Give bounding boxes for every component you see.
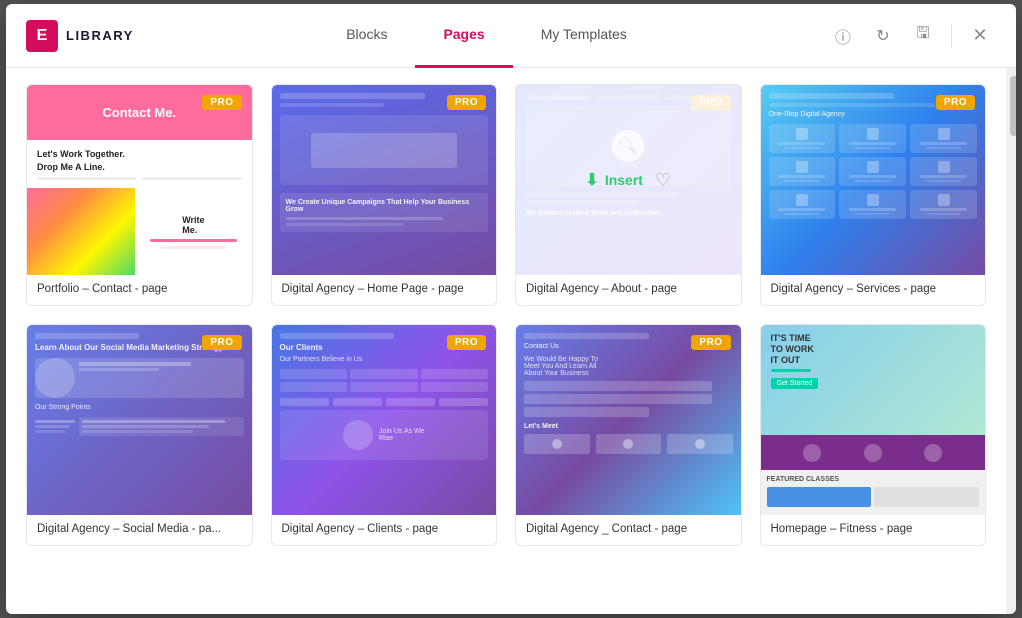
pro-badge: PRO	[202, 335, 241, 350]
card-thumbnail: We Create Unique Campaigns That Help You…	[272, 85, 497, 275]
template-card-card-8[interactable]: IT'S TIMETO WORKIT OUT Get Started FEATU…	[760, 324, 987, 546]
save-button[interactable]: 🖫	[907, 20, 939, 52]
card-label: Digital Agency – Social Media - pa...	[27, 515, 252, 545]
card-thumbnail: One-Stop Digital Agency	[761, 85, 986, 275]
insert-icon: ⬇	[585, 170, 598, 190]
header-divider	[951, 24, 952, 48]
info-icon: ⓘ	[835, 24, 851, 48]
modal-header: E LIBRARY Blocks Pages My Templates ⓘ ↻ …	[6, 4, 1016, 68]
card-label: Digital Agency – Clients - page	[272, 515, 497, 545]
card-thumbnail: IT'S TIMETO WORKIT OUT Get Started FEATU…	[761, 325, 986, 515]
scrollbar[interactable]	[1006, 68, 1016, 614]
refresh-icon: ↻	[876, 26, 889, 46]
elementor-logo-icon: E	[26, 20, 58, 52]
tab-blocks[interactable]: Blocks	[318, 4, 415, 68]
library-title: LIBRARY	[66, 28, 134, 43]
insert-label: Insert	[605, 172, 643, 188]
pro-badge: PRO	[691, 335, 730, 350]
template-card-card-4[interactable]: One-Stop Digital Agency	[760, 84, 987, 306]
close-icon: ✕	[972, 25, 987, 46]
template-card-card-6[interactable]: Our Clients Our Partners Believe in Us J…	[271, 324, 498, 546]
card-thumbnail: Our Clients Our Partners Believe in Us J…	[272, 325, 497, 515]
card-label: Digital Agency _ Contact - page	[516, 515, 741, 545]
template-card-card-5[interactable]: Learn About Our Social Media Marketing S…	[26, 324, 253, 546]
tab-my-templates[interactable]: My Templates	[513, 4, 655, 68]
library-modal: E LIBRARY Blocks Pages My Templates ⓘ ↻ …	[6, 4, 1016, 614]
card-thumbnail: Contact Us We Would Be Happy ToMeet You …	[516, 325, 741, 515]
card-label: Portfolio – Contact - page	[27, 275, 252, 305]
scrollbar-thumb	[1010, 76, 1016, 136]
card-thumbnail: 🔍 We Believe in Hard Work and Dedication…	[516, 85, 741, 275]
tab-pages[interactable]: Pages	[415, 4, 512, 68]
insert-button[interactable]: ⬇ Insert	[585, 170, 643, 190]
logo-area: E LIBRARY	[26, 20, 146, 52]
template-card-card-7[interactable]: Contact Us We Would Be Happy ToMeet You …	[515, 324, 742, 546]
pro-badge: PRO	[936, 95, 975, 110]
card-label: Digital Agency – About - page	[516, 275, 741, 305]
card-thumbnail: Learn About Our Social Media Marketing S…	[27, 325, 252, 515]
card-thumbnail: Contact Me. Let's Work Together.Drop Me …	[27, 85, 252, 275]
card-label: Digital Agency – Home Page - page	[272, 275, 497, 305]
favorite-button[interactable]: ♡	[655, 170, 671, 191]
pro-badge: PRO	[447, 335, 486, 350]
info-button[interactable]: ⓘ	[827, 20, 859, 52]
template-card-card-2[interactable]: We Create Unique Campaigns That Help You…	[271, 84, 498, 306]
card-label: Homepage – Fitness - page	[761, 515, 986, 545]
card-label: Digital Agency – Services - page	[761, 275, 986, 305]
refresh-button[interactable]: ↻	[867, 20, 899, 52]
content-area[interactable]: Contact Me. Let's Work Together.Drop Me …	[6, 68, 1006, 614]
templates-grid: Contact Me. Let's Work Together.Drop Me …	[26, 84, 986, 546]
heart-icon: ♡	[655, 170, 671, 190]
template-card-card-3[interactable]: 🔍 We Believe in Hard Work and Dedication…	[515, 84, 742, 306]
header-actions: ⓘ ↻ 🖫 ✕	[827, 20, 996, 52]
close-button[interactable]: ✕	[964, 20, 996, 52]
tabs-area: Blocks Pages My Templates	[146, 4, 827, 68]
save-icon: 🖫	[916, 22, 930, 49]
card-overlay: ⬇ Insert ♡	[516, 85, 741, 275]
pro-badge: PRO	[447, 95, 486, 110]
modal-body: Contact Me. Let's Work Together.Drop Me …	[6, 68, 1016, 614]
pro-badge: PRO	[202, 95, 241, 110]
template-card-card-1[interactable]: Contact Me. Let's Work Together.Drop Me …	[26, 84, 253, 306]
